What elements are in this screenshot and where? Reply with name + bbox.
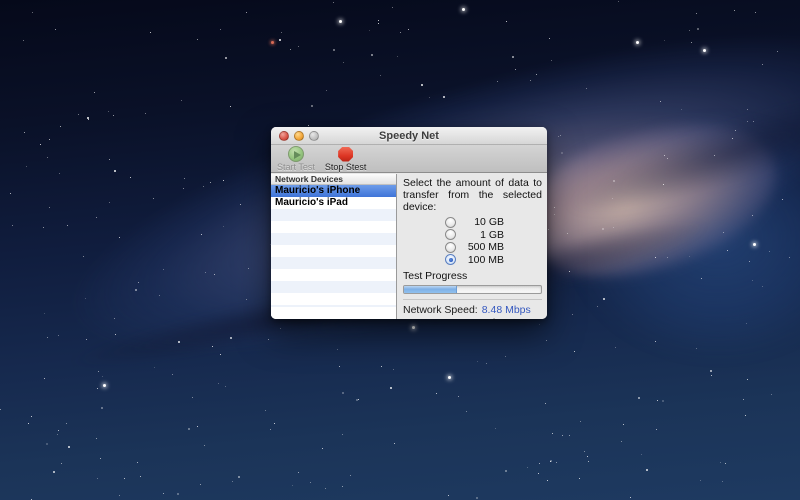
option-1gb[interactable]: 1 GB — [398, 229, 547, 242]
network-speed-row: Network Speed: 8.48 Mbps — [403, 304, 542, 317]
instruction-text: Select the amount of data to transfer fr… — [403, 177, 542, 213]
device-rows: Mauricio's iPhoneMauricio's iPad — [271, 185, 396, 319]
time-label: Time: — [487, 317, 513, 319]
device-list-header: Network Devices — [271, 174, 396, 185]
window-content: Network Devices Mauricio's iPhoneMaurici… — [271, 174, 547, 319]
settings-panel: Select the amount of data to transfer fr… — [398, 174, 547, 319]
option-10gb[interactable]: 10 GB — [398, 216, 547, 229]
option-10gb-label: 10 GB — [458, 216, 504, 228]
radio-1gb[interactable] — [445, 229, 456, 240]
test-progress-label: Test Progress — [403, 270, 547, 282]
stop-test-label: Stop Stest — [325, 162, 367, 172]
option-500mb[interactable]: 500 MB — [398, 241, 547, 254]
option-100mb[interactable]: 100 MB — [398, 254, 547, 267]
titlebar[interactable]: Speedy Net — [271, 127, 547, 145]
network-speed-value: 8.48 Mbps — [482, 304, 531, 317]
network-speed-label: Network Speed: — [403, 304, 478, 317]
option-1gb-label: 1 GB — [458, 229, 504, 241]
radio-500mb[interactable] — [445, 242, 456, 253]
speedy-net-window: Speedy Net Start Test Stop Stest Network… — [271, 127, 547, 319]
device-list-item[interactable]: Mauricio's iPad — [271, 197, 396, 209]
latency-label: Latency: — [403, 317, 443, 319]
radio-10gb[interactable] — [445, 217, 456, 228]
network-devices-list: Network Devices Mauricio's iPhoneMaurici… — [271, 174, 397, 319]
start-test-button[interactable]: Start Test — [277, 146, 315, 172]
start-test-label: Start Test — [277, 162, 315, 172]
radio-100mb[interactable] — [445, 254, 456, 265]
stop-icon — [338, 147, 353, 162]
latency-time-row: Latency: 47.63 ms Time: 00:37 — [403, 317, 542, 319]
time-group: Time: 00:37 — [487, 317, 542, 319]
latency-group: Latency: 47.63 ms — [403, 317, 487, 319]
stats-area: Network Speed: 8.48 Mbps Latency: 47.63 … — [403, 299, 542, 319]
toolbar: Start Test Stop Stest — [271, 145, 547, 173]
progress-bar-fill — [404, 286, 457, 293]
option-100mb-label: 100 MB — [458, 254, 504, 266]
window-title: Speedy Net — [271, 130, 547, 142]
stop-test-button[interactable]: Stop Stest — [325, 146, 367, 172]
device-list-item[interactable]: Mauricio's iPhone — [271, 185, 396, 197]
play-icon — [288, 146, 304, 162]
option-500mb-label: 500 MB — [458, 241, 504, 253]
progress-bar — [403, 285, 542, 294]
data-amount-options: 10 GB 1 GB 500 MB 100 MB — [398, 216, 547, 266]
